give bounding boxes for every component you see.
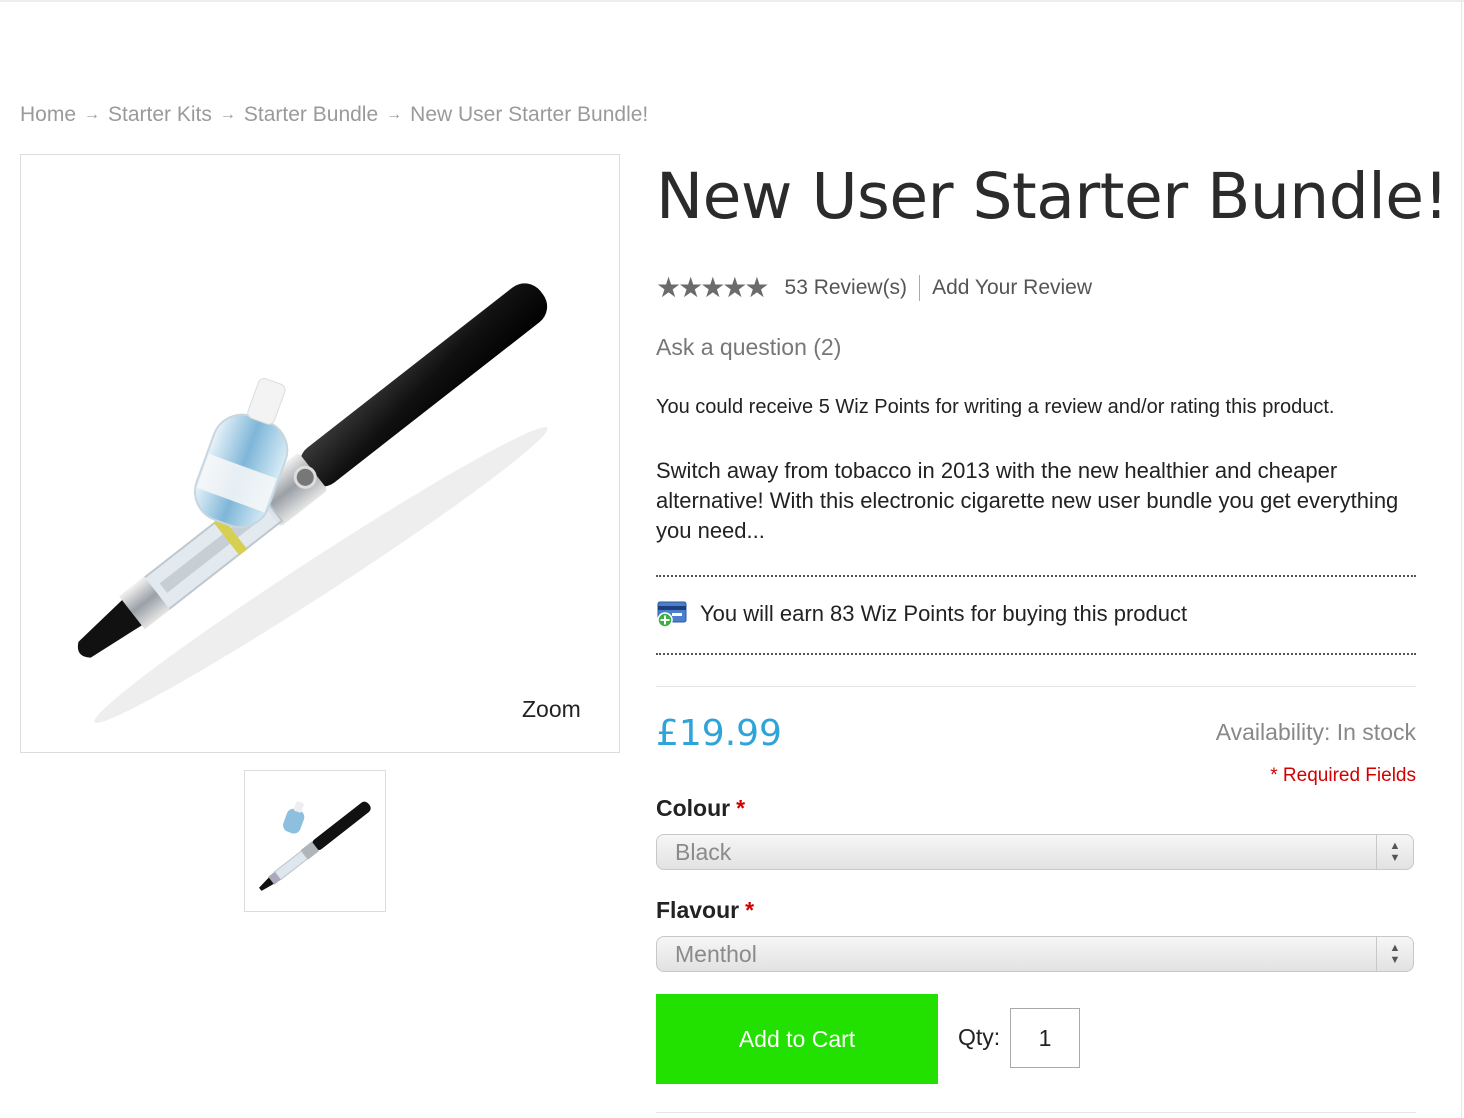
flavour-label-text: Flavour: [656, 897, 740, 923]
top-border: [0, 0, 1464, 2]
thumbnail-illustration: [259, 801, 371, 891]
product-thumbnail[interactable]: [244, 770, 386, 912]
breadcrumb-current: New User Starter Bundle!: [410, 103, 649, 126]
breadcrumb: Home → Starter Kits → Starter Bundle → New Use…: [20, 103, 648, 127]
short-description: Switch away from tobacco in 2013 with th…: [656, 458, 1399, 543]
flavour-select-value: Menthol: [675, 941, 757, 967]
rating-stars-icon: ★★★★★: [656, 272, 770, 303]
flavour-label: Flavour *: [656, 897, 754, 924]
select-arrows-icon: ▲ ▼: [1376, 835, 1413, 869]
zoom-link[interactable]: Zoom: [522, 696, 581, 723]
section-divider: [656, 686, 1416, 687]
earn-points: You will earn 83 Wiz Points for buying t…: [656, 600, 1187, 628]
breadcrumb-starter-bundle[interactable]: Starter Bundle: [244, 103, 378, 126]
product-price: £19.99: [656, 713, 782, 754]
add-review-link[interactable]: Add Your Review: [932, 276, 1092, 300]
breadcrumb-arrow-icon: →: [84, 106, 101, 123]
ask-question-link[interactable]: Ask a question (2): [656, 334, 841, 361]
breadcrumb-arrow-icon: →: [386, 106, 403, 123]
dotted-divider: [656, 653, 1416, 655]
reviews-link[interactable]: 53 Review(s): [785, 276, 908, 300]
e-cigarette-illustration: [77, 283, 548, 723]
right-border: [1461, 0, 1462, 1118]
required-asterisk: *: [736, 795, 746, 821]
breadcrumb-starter-kits[interactable]: Starter Kits: [108, 103, 212, 126]
colour-label: Colour *: [656, 795, 745, 822]
availability-status: Availability: In stock: [1215, 719, 1416, 745]
colour-select-value: Black: [675, 839, 732, 865]
breadcrumb-arrow-icon: →: [219, 106, 236, 123]
colour-label-text: Colour: [656, 795, 731, 821]
qty-label: Qty:: [958, 1024, 1001, 1050]
required-fields-note: * Required Fields: [1270, 765, 1416, 786]
product-title: New User Starter Bundle!: [656, 160, 1449, 233]
review-points-note: You could receive 5 Wiz Points for writi…: [656, 396, 1335, 418]
section-divider: [656, 1112, 1416, 1113]
dotted-divider: [656, 575, 1416, 577]
rating-divider: [919, 274, 921, 301]
qty-input[interactable]: [1010, 1008, 1080, 1068]
product-main-image[interactable]: Zoom: [20, 154, 620, 753]
rating-row: ★★★★★ 53 Review(s) Add Your Review: [656, 271, 1092, 304]
breadcrumb-home[interactable]: Home: [20, 103, 76, 126]
add-to-cart-button[interactable]: Add to Cart: [656, 994, 938, 1084]
required-asterisk: *: [745, 897, 755, 923]
points-card-icon: [657, 601, 687, 628]
select-arrows-icon: ▲ ▼: [1376, 937, 1413, 971]
earn-points-text: You will earn 83 Wiz Points for buying t…: [700, 601, 1188, 626]
colour-select[interactable]: Black ▲ ▼: [656, 834, 1414, 870]
flavour-select[interactable]: Menthol ▲ ▼: [656, 936, 1414, 972]
